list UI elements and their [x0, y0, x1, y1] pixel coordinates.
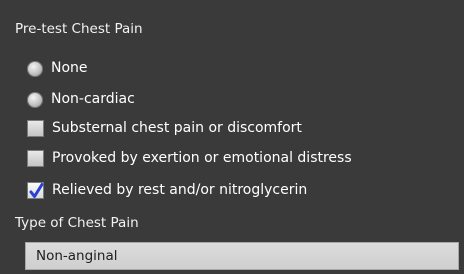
- option-substernal[interactable]: Substernal chest pain or discomfort: [27, 118, 302, 138]
- option-none-label: None: [51, 60, 88, 76]
- option-relieved-label: Relieved by rest and/or nitroglycerin: [52, 182, 308, 198]
- option-substernal-label: Substernal chest pain or discomfort: [52, 120, 302, 136]
- option-non-cardiac[interactable]: Non-cardiac: [27, 89, 135, 109]
- option-none[interactable]: None: [27, 58, 88, 78]
- section-title-chest-pain: Pre-test Chest Pain: [15, 21, 143, 37]
- option-provoked-label: Provoked by exertion or emotional distre…: [52, 150, 352, 166]
- radio-non-cardiac[interactable]: [27, 92, 43, 108]
- type-of-chest-pain-field: Non-anginal: [25, 242, 459, 270]
- option-non-cardiac-label: Non-cardiac: [51, 91, 135, 107]
- section-title-type-of-chest-pain: Type of Chest Pain: [15, 215, 139, 231]
- checkbox-substernal[interactable]: [27, 119, 44, 137]
- check-mark-icon: [29, 182, 44, 198]
- pre-test-chest-pain-panel: Pre-test Chest Pain None Non-cardiac Sub…: [0, 0, 464, 274]
- checkbox-provoked[interactable]: [27, 149, 44, 167]
- radio-none[interactable]: [27, 61, 43, 77]
- type-of-chest-pain-value: Non-anginal: [36, 248, 118, 264]
- checkbox-relieved[interactable]: [27, 181, 44, 199]
- option-relieved[interactable]: Relieved by rest and/or nitroglycerin: [27, 180, 307, 200]
- option-provoked[interactable]: Provoked by exertion or emotional distre…: [27, 148, 352, 168]
